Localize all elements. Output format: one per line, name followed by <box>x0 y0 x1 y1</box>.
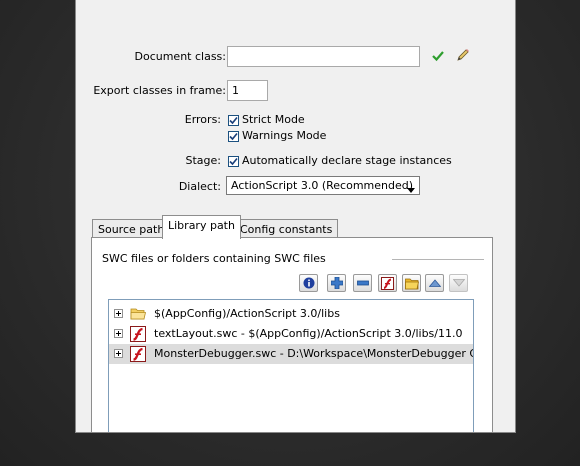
remove-path-button[interactable] <box>353 274 372 292</box>
expand-icon[interactable] <box>114 309 123 318</box>
tab-config-constants-label: Config constants <box>240 223 333 236</box>
list-item-text: textLayout.swc - $(AppConfig)/ActionScri… <box>154 327 463 340</box>
errors-label: Errors: <box>184 113 221 126</box>
chevron-down-icon <box>407 183 415 196</box>
auto-declare-label: Automatically declare stage instances <box>242 154 452 167</box>
tab-library-path-label: Library path <box>168 219 235 232</box>
edit-pencil-icon[interactable] <box>456 48 470 65</box>
list-item-text: $(AppConfig)/ActionScript 3.0/libs <box>154 307 340 320</box>
expand-icon[interactable] <box>114 349 123 358</box>
move-up-icon <box>428 279 441 287</box>
actionscript-settings-dialog: Document class: Export classes in frame:… <box>75 0 516 433</box>
dialect-select[interactable]: ActionScript 3.0 (Recommended) <box>226 176 420 195</box>
expand-icon[interactable] <box>114 329 123 338</box>
info-button[interactable] <box>299 274 318 292</box>
list-item[interactable]: textLayout.swc - $(AppConfig)/ActionScri… <box>109 324 473 344</box>
document-class-input[interactable] <box>227 46 420 67</box>
browse-folder-button[interactable] <box>402 274 421 292</box>
move-up-button[interactable] <box>425 274 444 292</box>
list-item-text: MonsterDebugger.swc - D:\Workspace\Monst… <box>154 347 473 360</box>
tab-config-constants[interactable]: Config constants <box>234 219 339 238</box>
move-down-button[interactable] <box>449 274 468 292</box>
validate-checkmark-icon[interactable] <box>432 50 444 65</box>
browse-swc-button[interactable] <box>378 274 397 292</box>
tab-source-path[interactable]: Source path <box>92 219 171 238</box>
move-down-icon <box>452 279 465 287</box>
folder-icon <box>404 278 419 289</box>
stage-label: Stage: <box>185 154 222 167</box>
add-icon <box>330 277 343 289</box>
tab-library-path[interactable]: Library path <box>162 215 241 239</box>
library-path-list[interactable]: $(AppConfig)/ActionScript 3.0/libs textL… <box>108 299 474 432</box>
document-class-label: Document class: <box>134 50 227 63</box>
warnings-mode-label: Warnings Mode <box>242 129 327 142</box>
dialect-value: ActionScript 3.0 (Recommended) <box>231 179 414 192</box>
add-path-button[interactable] <box>327 274 346 292</box>
list-item[interactable]: $(AppConfig)/ActionScript 3.0/libs <box>109 304 473 324</box>
export-frame-input[interactable] <box>227 80 268 101</box>
swc-group-label: SWC files or folders containing SWC file… <box>102 252 326 265</box>
dialect-label: Dialect: <box>178 180 221 193</box>
warnings-mode-checkbox[interactable] <box>228 131 239 142</box>
folder-icon <box>130 306 147 322</box>
group-separator <box>392 259 484 260</box>
export-frame-label: Export classes in frame: <box>93 84 226 97</box>
strict-mode-checkbox[interactable] <box>228 115 239 126</box>
auto-declare-checkbox[interactable] <box>228 156 239 167</box>
info-icon <box>303 277 314 289</box>
strict-mode-label: Strict Mode <box>242 113 305 126</box>
list-item[interactable]: MonsterDebugger.swc - D:\Workspace\Monst… <box>109 344 473 364</box>
tab-source-path-label: Source path <box>98 223 165 236</box>
flash-swc-icon <box>130 346 146 362</box>
flash-swc-icon <box>381 276 394 290</box>
remove-icon <box>356 280 369 286</box>
flash-swc-icon <box>130 326 146 342</box>
